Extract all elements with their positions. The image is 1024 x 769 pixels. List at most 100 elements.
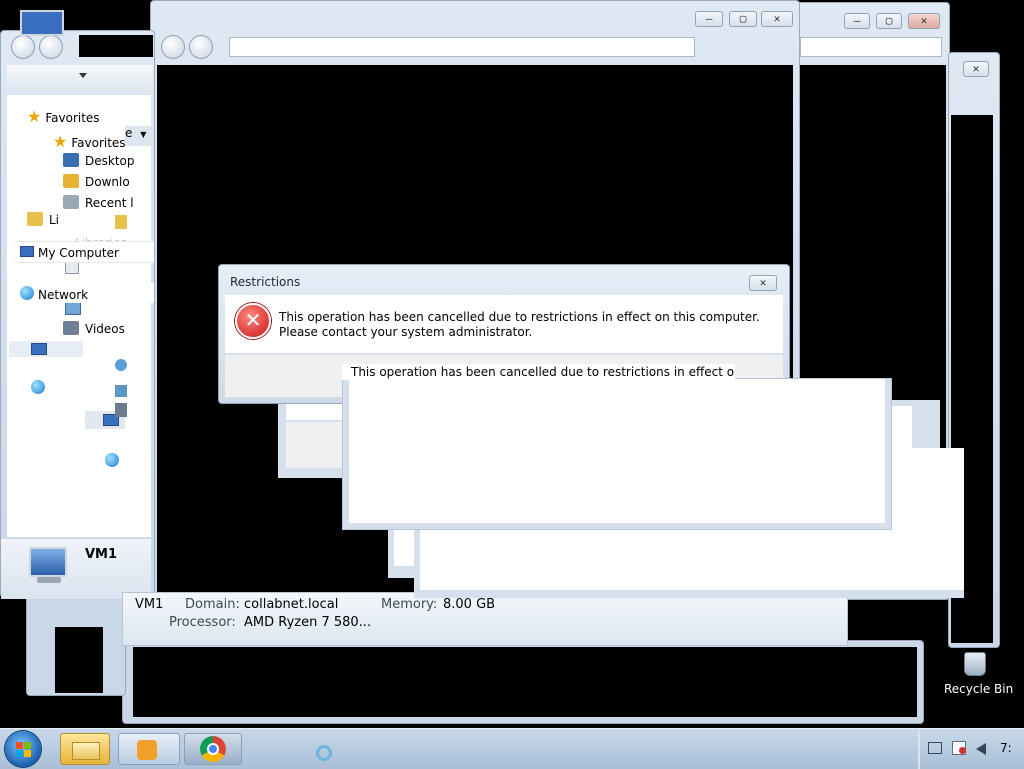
windows-logo-icon-part	[24, 742, 31, 749]
star-icon: ★	[27, 107, 42, 126]
details-domain-label: Domain:	[185, 597, 240, 612]
stacked-window-frame	[122, 640, 924, 724]
trash-can-icon	[964, 652, 986, 676]
minimize-button[interactable]: –	[844, 13, 870, 29]
chevron-down-icon[interactable]	[79, 73, 87, 78]
windows-logo-icon	[16, 742, 23, 749]
ghost-dialog-right-strip	[930, 426, 938, 448]
sidebar-item-videos[interactable]: Videos	[63, 321, 125, 336]
chevron-down-icon: ▼	[140, 130, 147, 139]
favorites-item-label: Favorites	[71, 136, 126, 150]
start-button[interactable]	[5, 731, 41, 767]
monitor-icon	[31, 343, 47, 355]
ghost-dialog-front	[342, 378, 892, 530]
sidebar-item-label: Li	[49, 213, 60, 227]
sidebar-item-label: My Computer	[38, 246, 119, 260]
sidebar-item-label: Network	[38, 288, 89, 302]
taskbar-media-player-button[interactable]	[118, 733, 180, 765]
network-icon	[31, 380, 51, 395]
computer-large-icon-stand	[37, 577, 61, 583]
libraries-icon	[27, 212, 43, 226]
sidebar-item-my-computer[interactable]: My Computer	[14, 241, 154, 263]
maximize-button[interactable]: ▢	[876, 13, 902, 29]
details-processor-label: Processor:	[169, 615, 236, 630]
sidebar-item-recent[interactable]: Recent l	[63, 195, 134, 210]
taskbar-chrome-button[interactable]	[184, 733, 242, 765]
sidebar-item-desktop[interactable]: Desktop	[63, 153, 135, 168]
ghost-dialog-front-body	[349, 379, 885, 523]
taskbar-computer-icon-ghost	[20, 10, 64, 36]
partial-dropdown[interactable]: e ▼	[125, 126, 153, 146]
minimize-button[interactable]: –	[695, 11, 723, 27]
taskbar: 7:	[0, 728, 1024, 769]
close-button[interactable]: ✕	[749, 275, 777, 291]
details-processor-value: AMD Ryzen 7 580...	[244, 615, 372, 630]
chrome-icon	[200, 736, 226, 762]
forward-icon[interactable]	[39, 35, 63, 59]
window-content	[55, 627, 103, 693]
sidebar-item-label: Recent l	[85, 196, 134, 210]
sidebar-item-network[interactable]: Network	[14, 283, 154, 303]
address-bar[interactable]	[79, 35, 153, 57]
maximize-button[interactable]: ▢	[729, 11, 757, 27]
sidebar-item-label: Videos	[85, 322, 125, 336]
favorites-header-label: Favorites	[45, 111, 100, 125]
close-button[interactable]: ✕	[963, 61, 989, 77]
favorites-item[interactable]: ★ Favorites	[53, 132, 126, 151]
close-button[interactable]: ✕	[908, 13, 940, 29]
sidebar-item-downloads[interactable]: Downlo	[63, 174, 130, 189]
favorites-header[interactable]: ★ Favorites	[27, 107, 100, 126]
explorer-window: ★ Favorites ★ Favorites e ▼ Desktop Downlo…	[0, 30, 155, 599]
videos-icon	[115, 403, 127, 417]
pictures-icon	[65, 301, 81, 315]
details-domain-value: collabnet.local	[244, 597, 339, 612]
downloads-icon	[63, 174, 79, 188]
computer-large-icon	[29, 547, 67, 577]
computer-icon	[31, 343, 53, 357]
navigation-pane: ★ Favorites ★ Favorites e ▼ Desktop Downlo…	[7, 95, 153, 537]
sidebar-item-label: Desktop	[85, 154, 135, 168]
details-pane: VM1	[1, 539, 151, 599]
back-icon[interactable]	[11, 35, 35, 59]
recycle-bin-icon[interactable]	[958, 650, 990, 678]
loading-cursor-icon	[316, 745, 332, 761]
forward-icon[interactable]	[189, 35, 213, 59]
videos-icon	[63, 321, 79, 335]
volume-icon[interactable]	[976, 743, 986, 755]
taskbar-explorer-button[interactable]	[60, 733, 110, 765]
tray-divider	[918, 729, 920, 769]
computer-name: VM1	[85, 547, 118, 562]
clock[interactable]: 7:	[1000, 741, 1012, 755]
details-vm-name: VM1	[135, 597, 164, 612]
media-player-icon	[137, 740, 157, 760]
address-bar[interactable]	[800, 37, 942, 57]
dialog-message: This operation has been cancelled due to…	[279, 310, 760, 339]
network-icon	[20, 286, 34, 300]
sidebar-item-libraries[interactable]: Li	[27, 212, 59, 227]
action-center-icon[interactable]	[952, 741, 966, 755]
details-memory-value: 8.00 GB	[443, 597, 496, 612]
dialog-body: ✕ This operation has been cancelled due …	[225, 295, 783, 353]
globe-icon	[105, 453, 119, 467]
recycle-bin-label: Recycle Bin	[944, 682, 1014, 696]
globe-icon	[31, 380, 45, 394]
music-icon	[115, 359, 127, 371]
desktop-icon	[63, 153, 79, 167]
network-icon	[105, 453, 125, 468]
ghost-dialog-right-strip	[912, 404, 918, 448]
partial-dropdown-text: e	[125, 126, 133, 140]
stacked-window-frame-left	[26, 596, 126, 696]
address-bar[interactable]	[229, 37, 695, 57]
close-button[interactable]: ✕	[761, 11, 793, 27]
system-details-bar: VM1 Domain: collabnet.local Memory: 8.00…	[122, 592, 848, 646]
ghost-dialog-message: This operation has been cancelled due to…	[342, 364, 735, 380]
sidebar-item-label: Downlo	[85, 175, 130, 189]
window-content	[133, 647, 917, 717]
back-icon[interactable]	[161, 35, 185, 59]
network-tray-icon[interactable]	[928, 742, 942, 754]
pictures-icon	[115, 385, 127, 397]
windows-logo-icon-part	[16, 750, 23, 757]
details-memory-label: Memory:	[381, 597, 438, 612]
library-icon	[115, 215, 127, 229]
recent-places-icon	[63, 195, 79, 209]
